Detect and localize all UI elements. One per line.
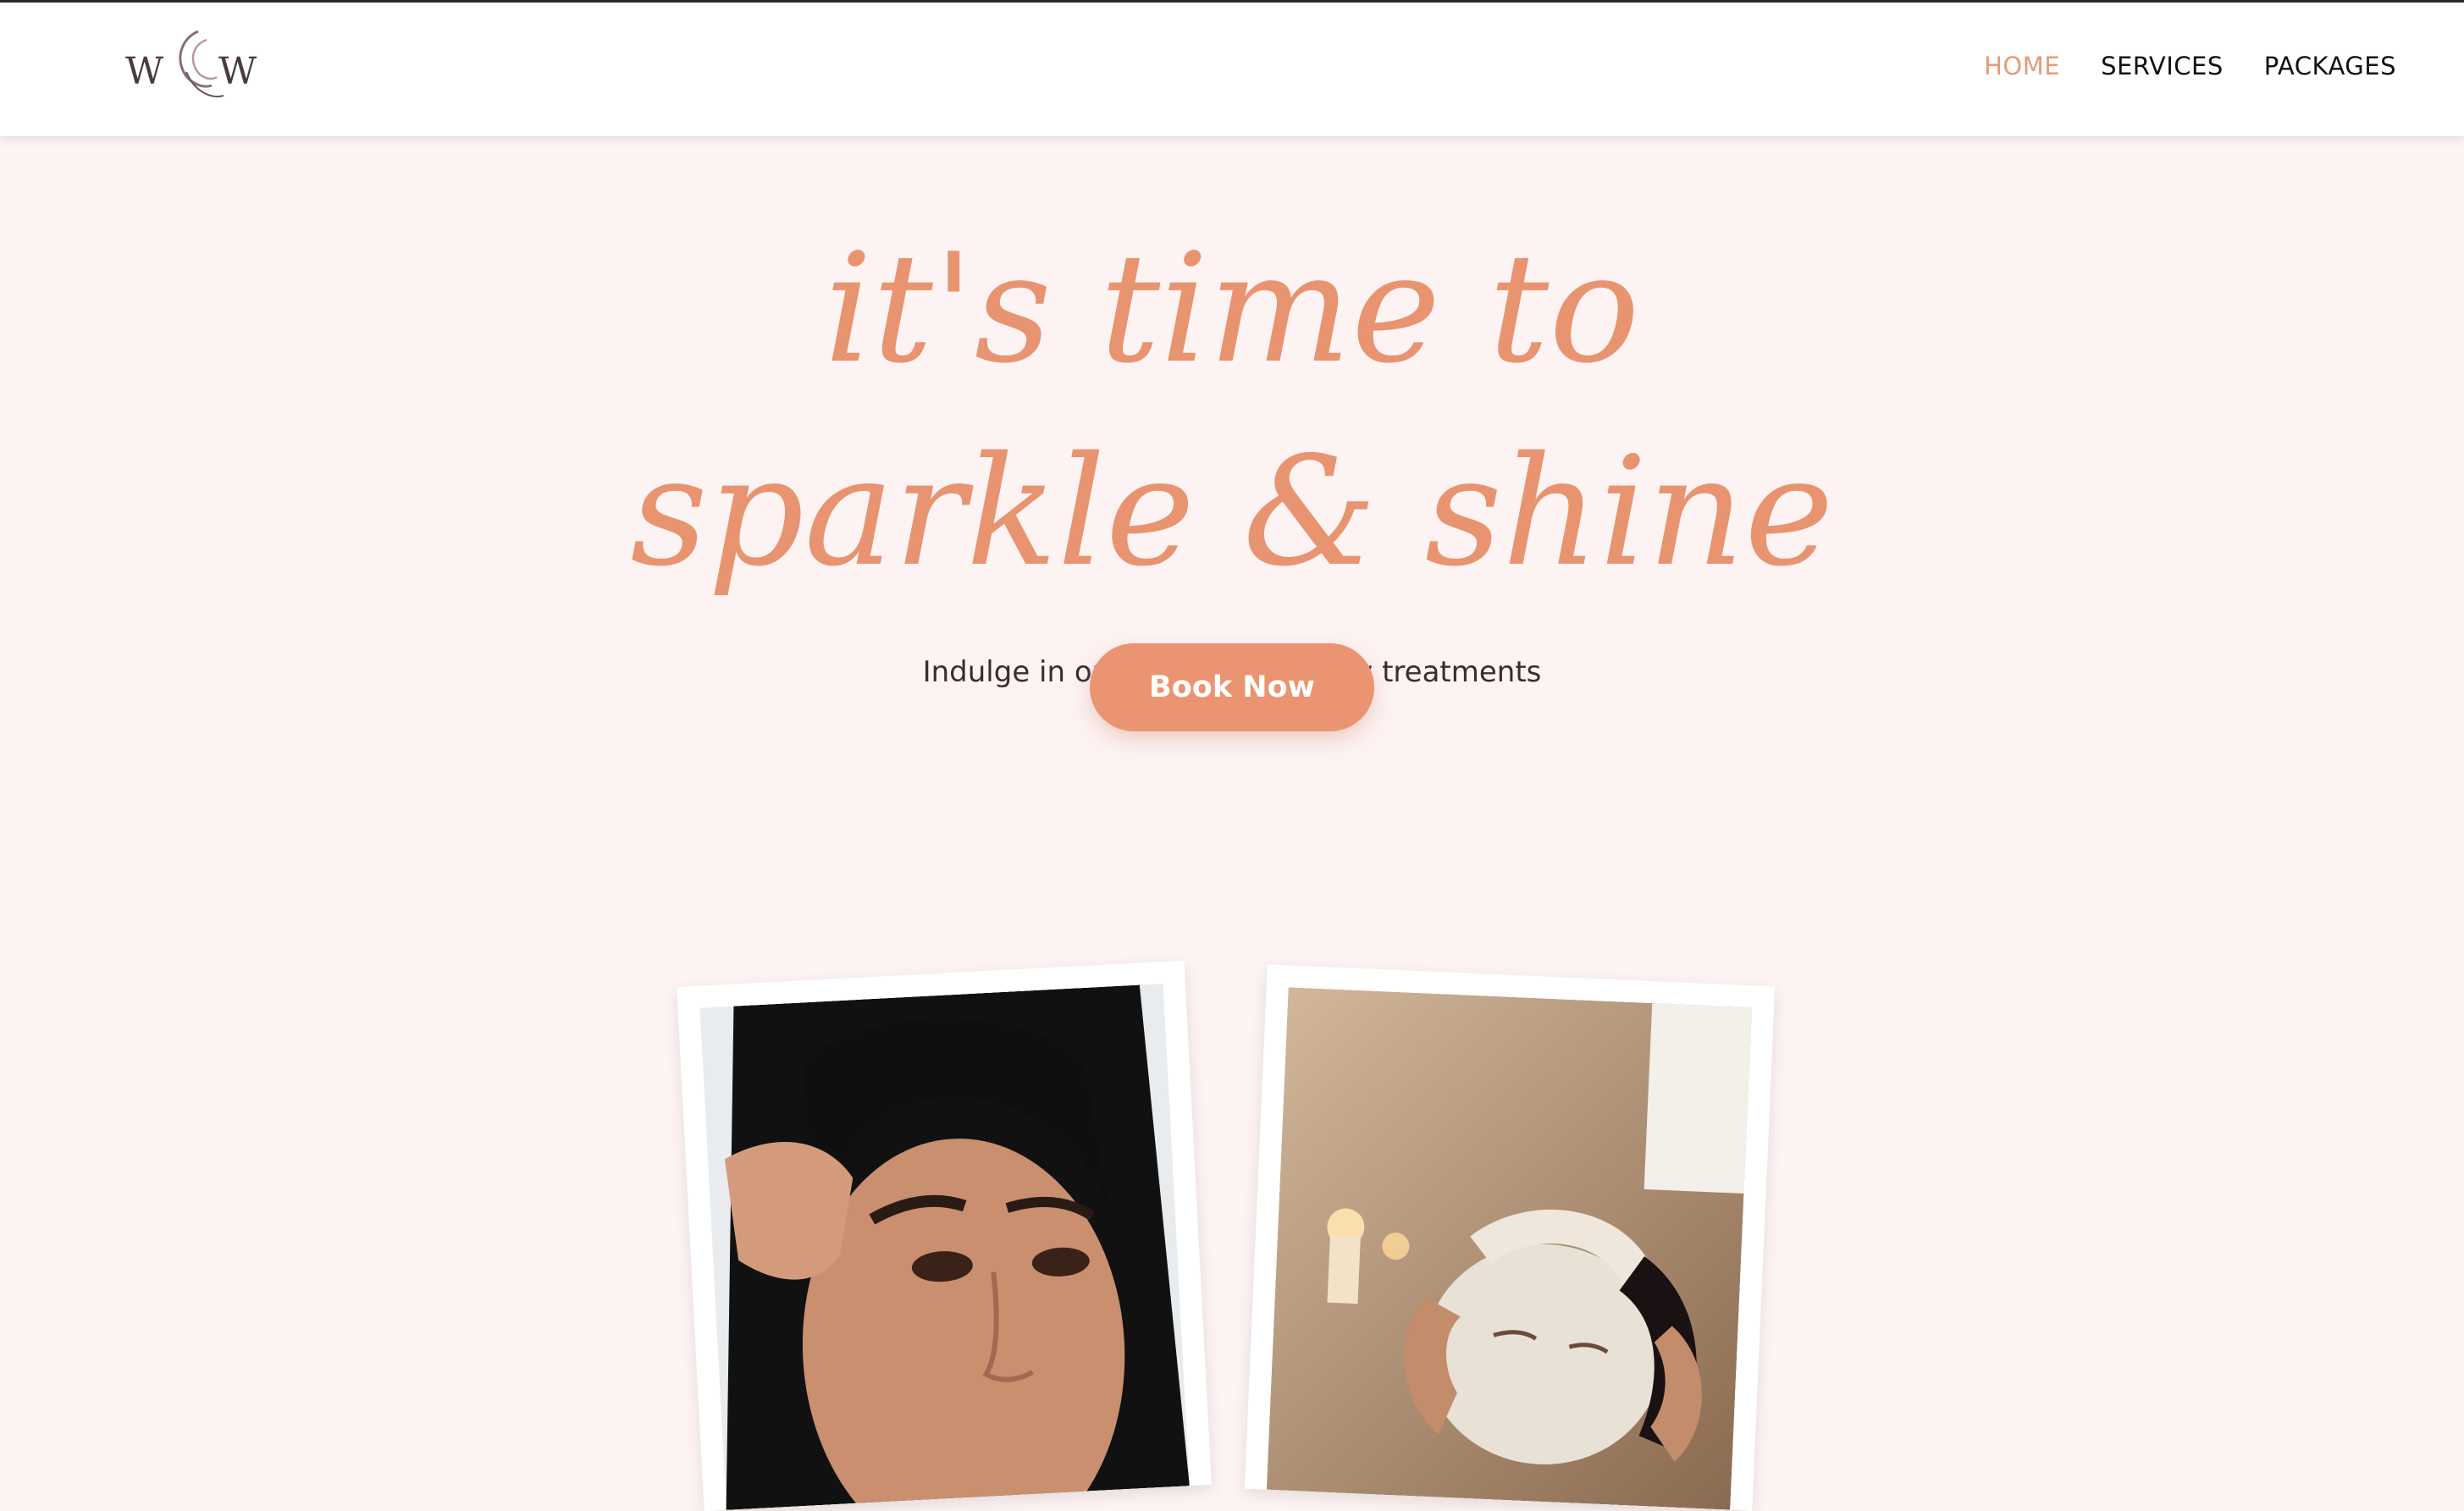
facial-mask-photo bbox=[1266, 987, 1753, 1510]
main-nav: HOME SERVICES PACKAGES bbox=[1984, 52, 2396, 80]
hero-headline-line1: it's time to bbox=[824, 221, 1640, 396]
eyebrow-threading-photo bbox=[699, 984, 1190, 1510]
wow-logo-icon[interactable]: W W bbox=[124, 21, 268, 106]
nav-home[interactable]: HOME bbox=[1984, 52, 2060, 80]
hero-headline-line2: sparkle & shine bbox=[630, 424, 1834, 599]
site-header: W W HOME SERVICES PACKAGES bbox=[0, 3, 2464, 136]
gallery-photo-facial bbox=[1244, 964, 1776, 1511]
svg-text:W: W bbox=[125, 50, 164, 93]
svg-text:W: W bbox=[218, 50, 257, 93]
book-now-button[interactable]: Book Now bbox=[1090, 643, 1374, 731]
gallery-photo-threading bbox=[677, 960, 1212, 1511]
nav-packages[interactable]: PACKAGES bbox=[2264, 52, 2396, 80]
nav-services[interactable]: SERVICES bbox=[2101, 52, 2224, 80]
